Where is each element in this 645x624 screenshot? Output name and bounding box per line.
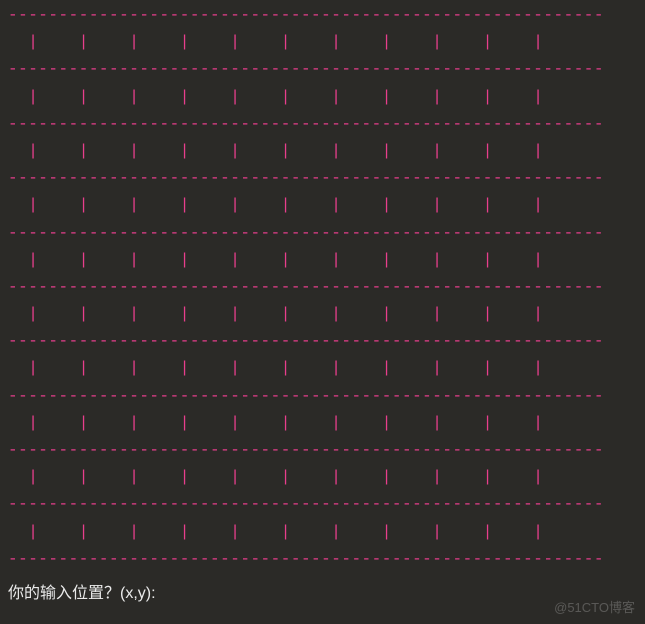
terminal-output: ----------------------------------------… [8,2,645,573]
watermark: @51CTO博客 [554,597,635,616]
input-prompt[interactable]: 你的输入位置？(x,y): [8,579,156,603]
